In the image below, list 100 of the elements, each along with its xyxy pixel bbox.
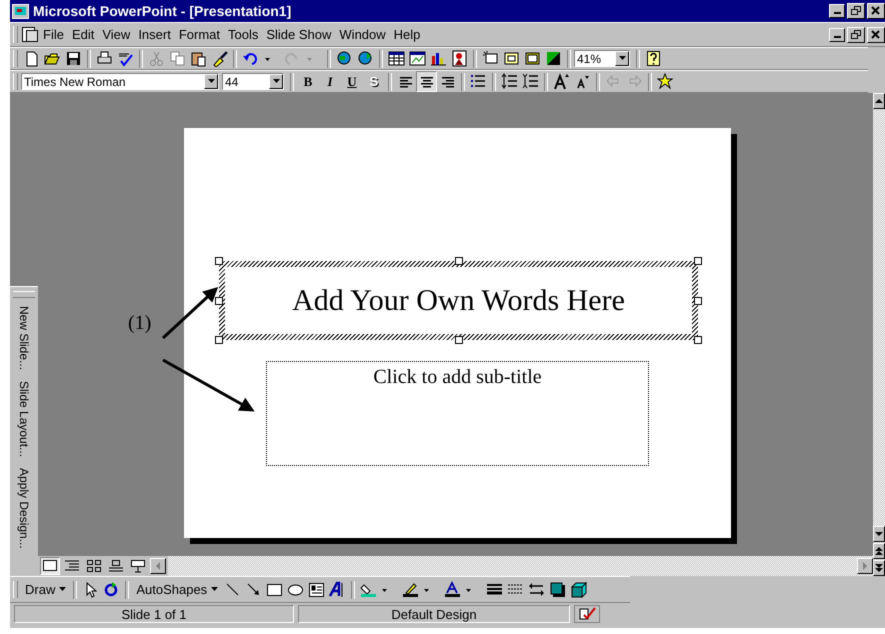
slide-layout-icon[interactable]	[503, 50, 520, 67]
increase-spacing-icon[interactable]	[501, 73, 518, 90]
clipboard-paste-icon[interactable]	[190, 50, 207, 67]
caret-icon	[208, 79, 214, 84]
side-toolbar-button[interactable]: Apply Design...	[17, 468, 31, 549]
save-icon[interactable]	[65, 50, 82, 67]
line-color-icon[interactable]	[402, 581, 420, 598]
document-icon[interactable]	[21, 26, 39, 44]
sorter-view-icon	[86, 558, 102, 574]
underline-button[interactable]: U	[341, 74, 363, 90]
side-toolbar-button[interactable]: New Slide...	[17, 306, 31, 370]
resize-handle[interactable]	[215, 336, 223, 344]
scroll-right-button[interactable]	[857, 558, 873, 574]
annotation-label: (1)	[128, 312, 152, 335]
side-toolbar-button[interactable]: Slide Layout...	[17, 381, 31, 458]
undo-icon[interactable]	[242, 50, 259, 67]
annotation-arrow	[162, 286, 218, 340]
shadow-icon[interactable]	[549, 581, 566, 598]
align-left-icon	[398, 75, 412, 88]
restore-button[interactable]	[847, 26, 865, 42]
bullets-icon[interactable]	[470, 73, 487, 90]
menu-item[interactable]: Help	[390, 27, 424, 42]
text-box-icon[interactable]	[308, 581, 326, 598]
right-triangle-icon	[862, 562, 868, 570]
minimize-button[interactable]	[829, 4, 845, 18]
subtitle-placeholder-text: Click to add sub-title	[373, 366, 542, 388]
restore-icon	[851, 6, 861, 16]
show-view-button[interactable]	[128, 557, 148, 575]
slide-view-button[interactable]	[40, 557, 60, 575]
minimize-button[interactable]	[829, 28, 845, 42]
italic-button[interactable]: I	[319, 74, 341, 90]
autoshapes-menu-button[interactable]: AutoShapes	[132, 582, 222, 597]
restore-icon	[851, 30, 861, 40]
minimize-icon	[834, 36, 840, 38]
font-size-dropdown[interactable]: 44	[222, 73, 284, 90]
notes-view-icon	[108, 558, 124, 574]
resize-handle[interactable]	[215, 296, 223, 304]
worksheet-icon[interactable]	[409, 50, 426, 67]
slide-title: Add Your Own Words Here	[292, 284, 625, 316]
resize-handle[interactable]	[694, 296, 702, 304]
menu-item[interactable]: Slide Show	[262, 27, 336, 42]
toolbar-grip[interactable]	[13, 291, 35, 298]
align-center-icon	[420, 75, 434, 88]
app-icon	[12, 4, 29, 18]
status-slide-number: Slide 1 of 1	[14, 605, 294, 623]
scroll-left-button[interactable]	[150, 558, 166, 574]
restore-button[interactable]	[847, 3, 865, 19]
menu-item[interactable]: Edit	[68, 27, 98, 42]
increase-font-size-icon[interactable]	[553, 73, 570, 90]
3d-cube-icon[interactable]	[570, 581, 588, 598]
close-button[interactable]	[867, 3, 885, 19]
resize-handle[interactable]	[215, 257, 223, 265]
rectangle-icon[interactable]	[266, 581, 284, 598]
spelling-status-icon	[574, 605, 600, 623]
scroll-up-button[interactable]	[873, 93, 885, 109]
sorter-view-button[interactable]	[84, 557, 104, 575]
caret-icon	[211, 587, 218, 592]
caret-icon	[272, 79, 280, 84]
window-title: Microsoft PowerPoint - [Presentation1]	[33, 3, 292, 19]
apply-design-icon[interactable]	[524, 50, 541, 67]
close-icon	[871, 6, 881, 16]
minimize-icon	[834, 12, 840, 14]
zoom-dropdown[interactable]: 41%	[574, 50, 630, 67]
resize-handle[interactable]	[694, 257, 702, 265]
down-triangle-icon	[875, 531, 883, 537]
menu-item[interactable]: Insert	[134, 27, 175, 42]
font-color-icon[interactable]	[444, 581, 462, 598]
sub-placeholder[interactable]: Click to add sub-title	[266, 361, 649, 466]
align-center-button[interactable]	[416, 71, 437, 92]
resize-handle[interactable]	[694, 336, 702, 344]
bold-button[interactable]: B	[297, 74, 319, 90]
menu-item[interactable]: Tools	[224, 27, 262, 42]
clip-art-icon[interactable]	[451, 50, 468, 67]
menu-item[interactable]: File	[39, 27, 68, 42]
previous-slide-button[interactable]	[873, 543, 885, 559]
resize-handle[interactable]	[454, 257, 462, 265]
arrow-style-icon[interactable]	[528, 581, 546, 598]
close-icon	[871, 30, 881, 40]
draw-menu-button[interactable]: Draw	[21, 582, 70, 597]
help-icon[interactable]	[645, 50, 662, 67]
menu-item[interactable]: Format	[174, 27, 224, 42]
menu-item[interactable]: Window	[335, 27, 390, 42]
caret-icon	[618, 56, 626, 61]
next-slide-button[interactable]	[873, 560, 885, 576]
decrease-spacing-icon[interactable]	[522, 73, 539, 90]
globe-arrows-icon[interactable]	[357, 50, 374, 67]
resize-handle[interactable]	[454, 336, 462, 344]
animation-effects-icon[interactable]	[657, 73, 674, 90]
bar-chart-icon[interactable]	[430, 50, 447, 67]
grayscale-icon[interactable]	[545, 50, 562, 67]
status-design-name: Default Design	[298, 605, 570, 623]
globe-link-icon[interactable]	[336, 50, 353, 67]
scroll-down-button[interactable]	[873, 526, 885, 542]
table-icon[interactable]	[388, 50, 405, 67]
menu-item[interactable]: View	[98, 27, 134, 42]
paintbrush-icon[interactable]	[211, 50, 228, 67]
font-dropdown[interactable]: Times New Roman	[21, 73, 219, 90]
close-button[interactable]	[867, 26, 885, 42]
caret-icon	[59, 587, 66, 592]
double-down-triangle-icon	[875, 563, 883, 573]
